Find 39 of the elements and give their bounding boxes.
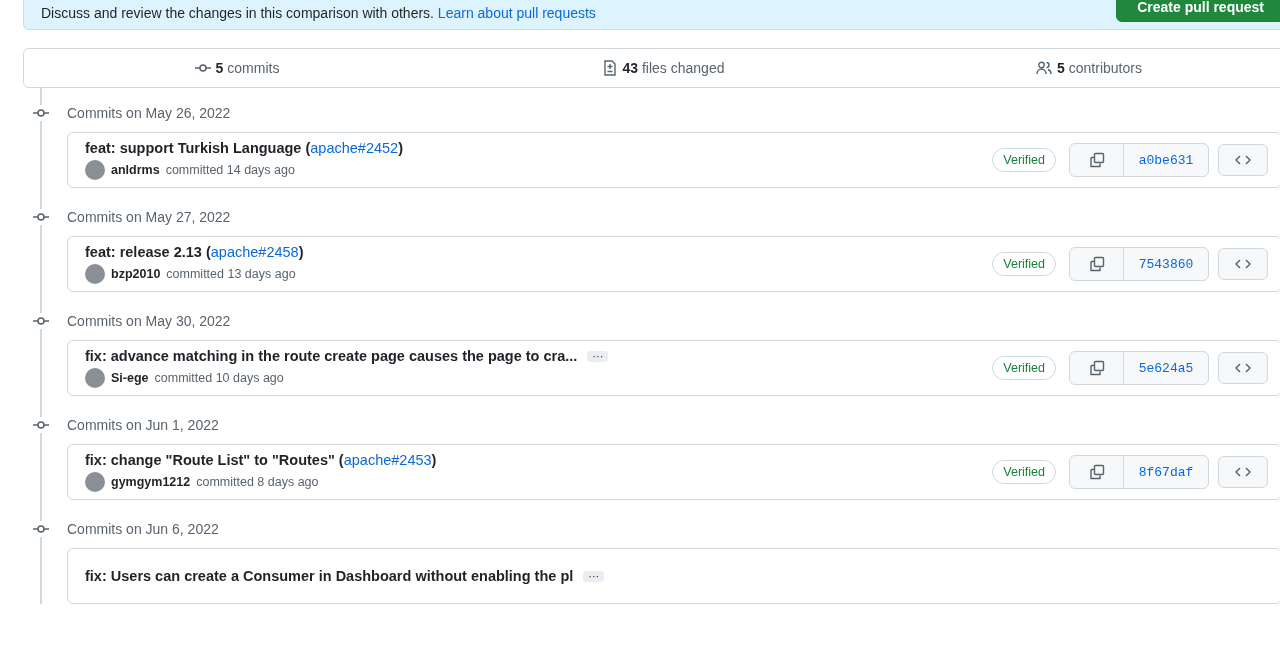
date-heading: Commits on May 30, 2022 (67, 313, 231, 329)
date-heading: Commits on Jun 1, 2022 (67, 417, 219, 433)
author-name[interactable]: anldrms (111, 163, 160, 177)
banner-text: Discuss and review the changes in this comparison with others. Learn about pull requests (41, 4, 596, 21)
stat-link[interactable]: 5 commits (215, 60, 280, 76)
copy-icon (1088, 464, 1105, 480)
avatar (85, 264, 105, 284)
stat-link[interactable]: 43 files changed (622, 60, 725, 76)
commit-title[interactable]: fix: change "Route List" to "Routes" (apache#2453) (85, 452, 437, 468)
copy-icon (1088, 360, 1105, 376)
copy-icon (1088, 152, 1105, 168)
copy-icon (1088, 256, 1105, 272)
commit-time: committed 8 days ago (196, 475, 319, 489)
commit-title[interactable]: feat: support Turkish Language (apache#2452) (85, 140, 404, 156)
avatar (85, 368, 105, 388)
expand-button[interactable]: ··· (583, 570, 605, 582)
file-diff-icon (601, 60, 618, 76)
issue-link[interactable]: apache#2458 (210, 244, 299, 260)
avatar (85, 160, 105, 180)
create-pull-request-button[interactable]: Create pull request (1116, 0, 1280, 22)
author-name[interactable]: gymgym1212 (111, 475, 191, 489)
issue-link[interactable]: apache#2453 (343, 452, 432, 468)
commit-title[interactable]: fix: Users can create a Consumer in Dashboard without enabling the pl (85, 568, 574, 584)
commit-time: committed 10 days ago (154, 371, 284, 385)
date-heading: Commits on May 27, 2022 (67, 209, 231, 225)
learn-more-link[interactable]: Learn about pull requests (437, 4, 596, 21)
commit-time: committed 14 days ago (165, 163, 295, 177)
issue-link[interactable]: apache#2452 (310, 140, 399, 156)
date-heading: Commits on May 26, 2022 (67, 105, 231, 121)
author-name[interactable]: bzp2010 (111, 267, 161, 281)
people-icon (1036, 60, 1053, 76)
date-heading: Commits on Jun 6, 2022 (67, 521, 219, 537)
commit-title[interactable]: fix: advance matching in the route create page causes the page to cra... (85, 348, 578, 364)
avatar (85, 472, 105, 492)
commit-time: committed 13 days ago (166, 267, 296, 281)
stat-link[interactable]: 5 contributors (1057, 60, 1142, 76)
author-name[interactable]: Si-ege (111, 371, 149, 385)
expand-button[interactable]: ··· (587, 350, 609, 362)
commit-title[interactable]: feat: release 2.13 (apache#2458) (85, 244, 304, 260)
